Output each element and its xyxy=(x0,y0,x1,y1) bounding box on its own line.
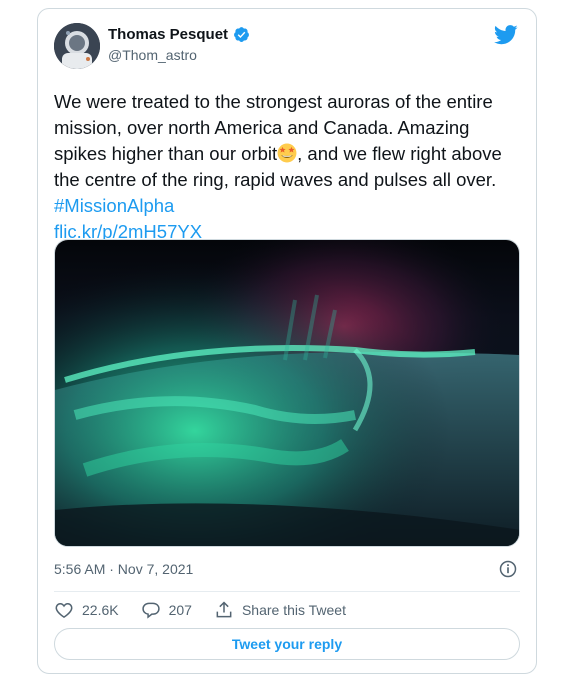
timestamp[interactable]: 5:56 AM · Nov 7, 2021 xyxy=(54,561,193,577)
like-button[interactable]: 22.6K xyxy=(54,600,119,620)
heart-icon xyxy=(55,602,73,618)
author-name[interactable]: Thomas Pesquet xyxy=(108,26,228,43)
hashtag-link[interactable]: #MissionAlpha xyxy=(54,195,174,216)
like-count: 22.6K xyxy=(82,602,119,618)
avatar[interactable] xyxy=(54,23,100,69)
aurora-photo[interactable] xyxy=(54,239,520,547)
comment-icon xyxy=(141,602,160,619)
share-label: Share this Tweet xyxy=(241,602,346,618)
tweet-reply-button[interactable]: Tweet your reply xyxy=(54,628,520,660)
tweet-card: Thomas Pesquet @Thom_astro We were treat… xyxy=(37,8,537,674)
verified-badge-icon xyxy=(234,27,249,42)
share-icon xyxy=(216,601,232,618)
author-handle[interactable]: @Thom_astro xyxy=(108,47,197,63)
info-icon[interactable] xyxy=(498,559,518,579)
star-struck-emoji-icon xyxy=(277,143,297,163)
reply-count: 207 xyxy=(168,602,192,618)
share-button[interactable]: Share this Tweet xyxy=(214,600,346,620)
twitter-bird-icon[interactable] xyxy=(494,25,518,45)
tweet-text: We were treated to the strongest auroras… xyxy=(54,89,524,245)
reply-count-button[interactable]: 207 xyxy=(141,600,192,620)
action-bar: 22.6K 207 Share this Tweet xyxy=(54,599,368,621)
divider xyxy=(54,591,520,592)
